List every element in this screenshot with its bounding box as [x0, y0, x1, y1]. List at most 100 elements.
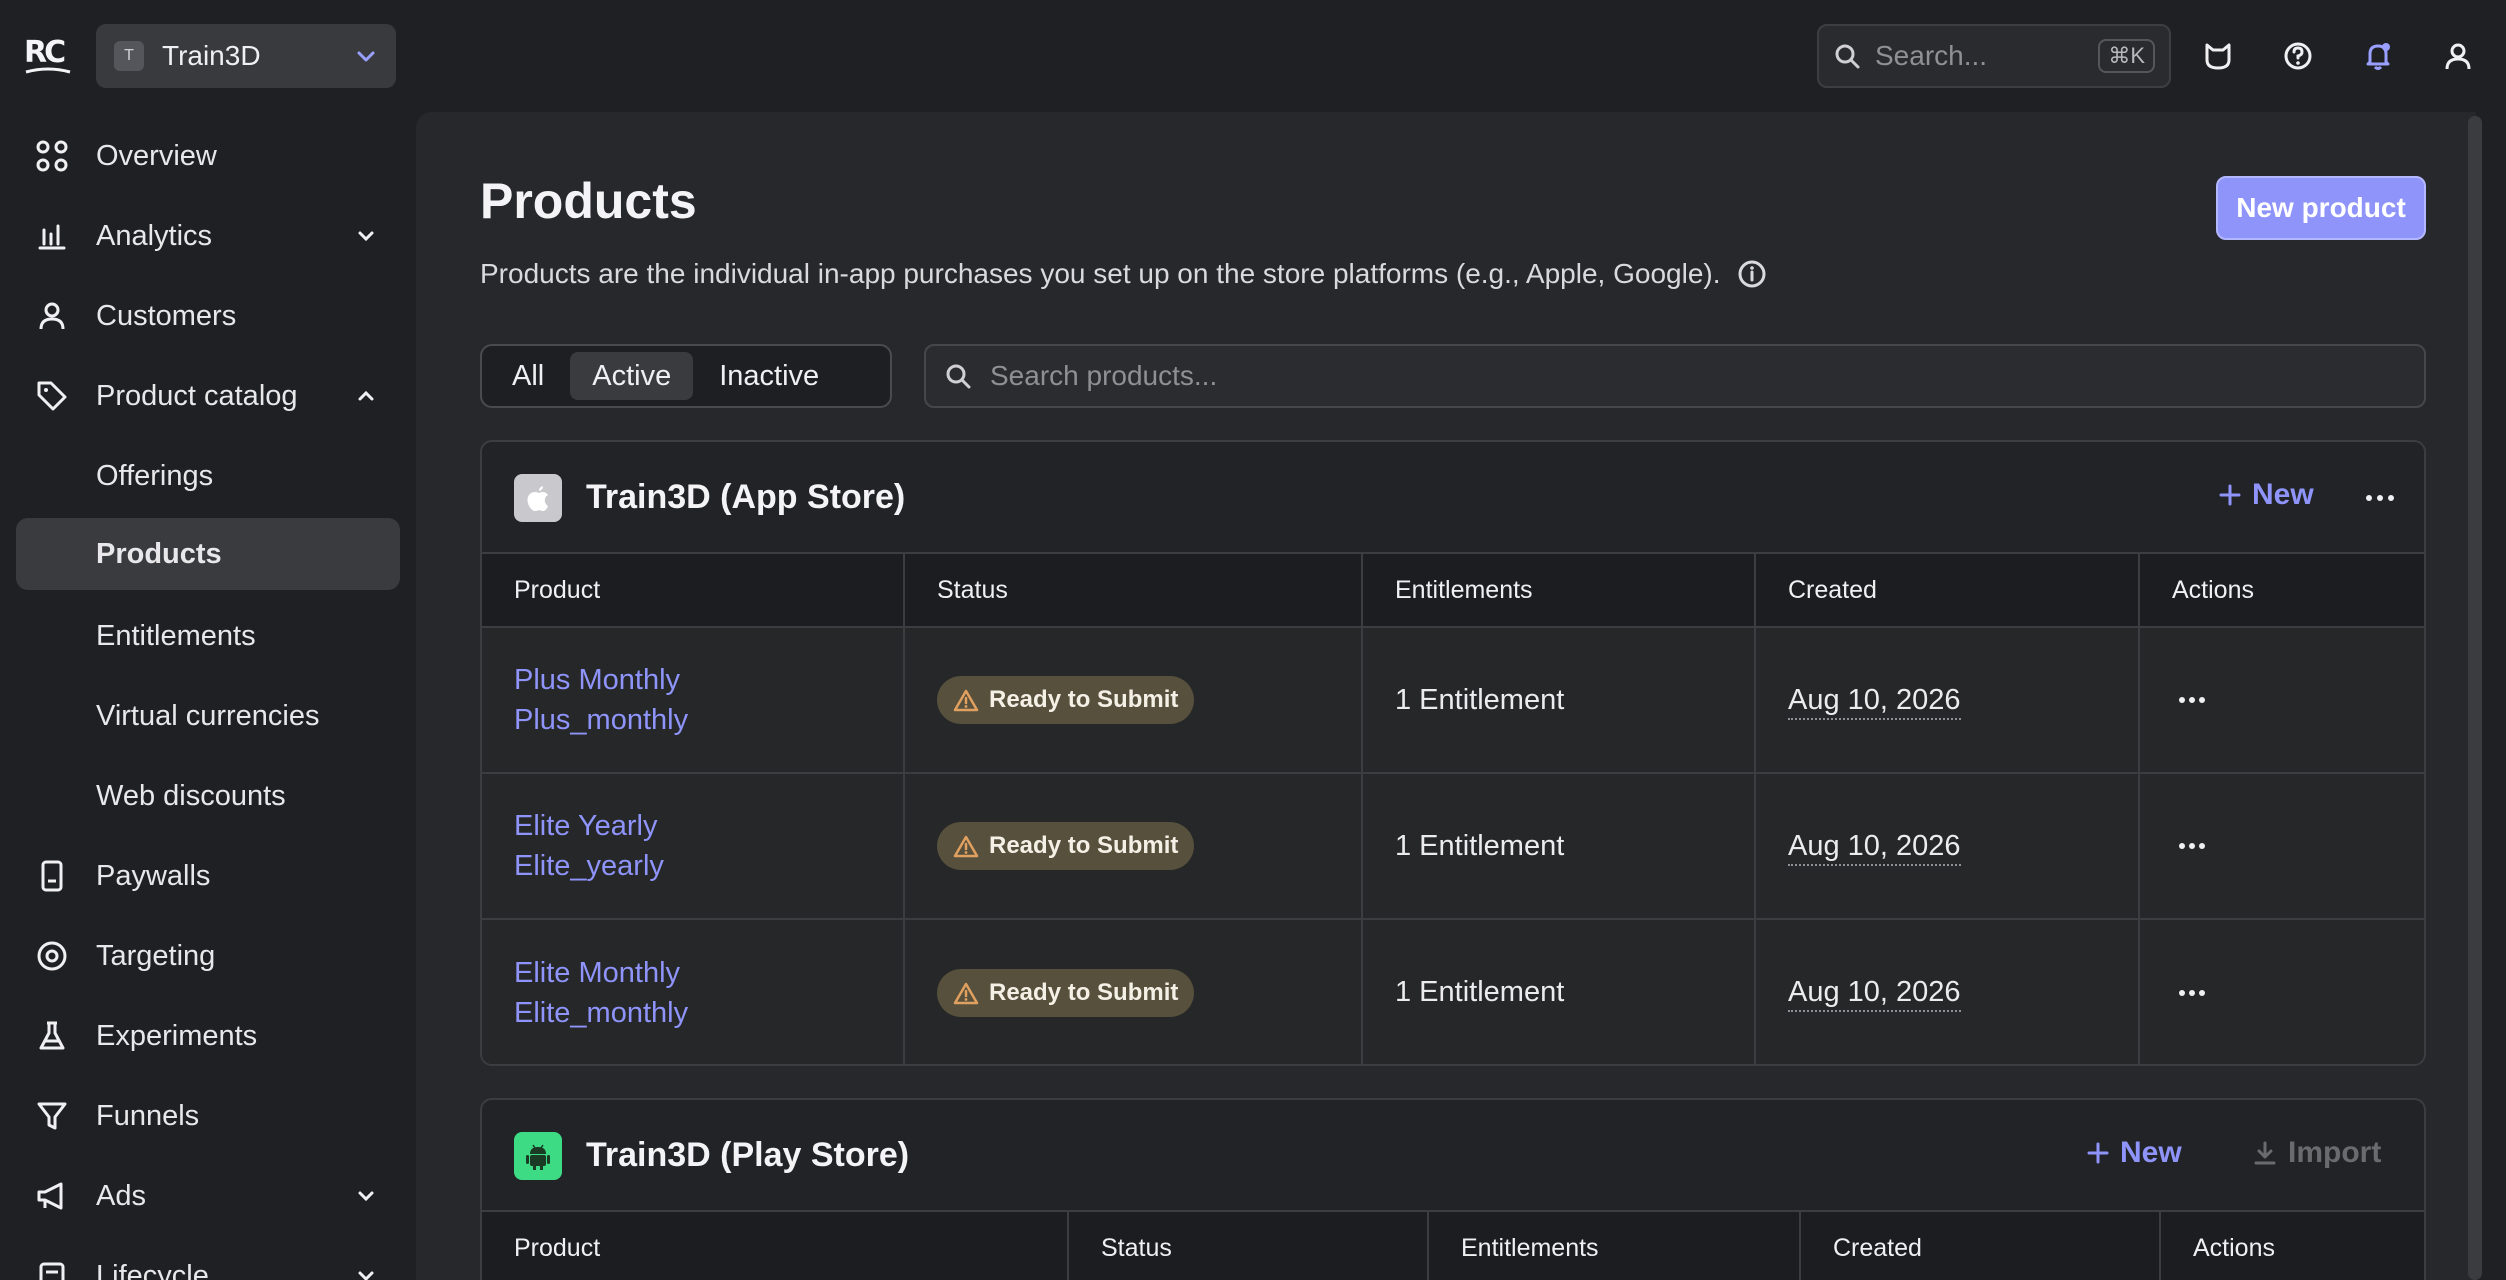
- page-title: Products: [480, 173, 697, 229]
- sidebar-item-products[interactable]: Products: [16, 518, 400, 590]
- sidebar-item-ads[interactable]: Ads: [16, 1160, 400, 1232]
- sidebar-item-customers[interactable]: Customers: [16, 280, 400, 352]
- sidebar-item-label: Virtual currencies: [96, 699, 320, 732]
- status-filter: All Active Inactive: [480, 344, 892, 408]
- card-header: Train3D (Play Store) New Import: [482, 1100, 2424, 1210]
- products-table: Product Status Entitlements Created Acti…: [482, 1210, 2424, 1280]
- sidebar-item-experiments[interactable]: Experiments: [16, 1000, 400, 1072]
- row-actions-icon[interactable]: [2172, 826, 2212, 866]
- sidebar-item-web-discounts[interactable]: Web discounts: [16, 760, 400, 832]
- plus-icon: [2087, 1142, 2109, 1164]
- sidebar-item-paywalls[interactable]: Paywalls: [16, 840, 400, 912]
- new-play-store-product-button[interactable]: New: [2086, 1136, 2182, 1170]
- revenuecat-logo[interactable]: RC: [24, 32, 72, 80]
- cat-icon[interactable]: [2198, 36, 2238, 76]
- product-name-link[interactable]: Elite Monthly: [514, 953, 903, 993]
- sidebar-item-lifecycle[interactable]: Lifecycle: [16, 1240, 400, 1280]
- phone-icon: [34, 858, 70, 894]
- grid-icon: [34, 138, 70, 174]
- target-icon: [34, 938, 70, 974]
- product-id-link[interactable]: Elite_yearly: [514, 846, 903, 886]
- warning-icon: [953, 689, 979, 712]
- sidebar-item-label: Offerings: [96, 459, 214, 492]
- card-title: Train3D (Play Store): [586, 1136, 910, 1174]
- sidebar-item-entitlements[interactable]: Entitlements: [16, 600, 400, 672]
- sidebar-item-label: Web discounts: [96, 779, 286, 812]
- chevron-up-icon: [354, 384, 378, 408]
- sidebar-item-label: Lifecycle: [96, 1259, 209, 1280]
- status-text: Ready to Submit: [989, 978, 1179, 1006]
- scrollbar[interactable]: [2468, 116, 2482, 1280]
- column-header-entitlements[interactable]: Entitlements: [1361, 552, 1755, 627]
- product-search-input[interactable]: Search products...: [924, 344, 2426, 408]
- column-header-created[interactable]: Created: [1799, 1210, 2160, 1280]
- search-icon: [944, 362, 972, 390]
- sidebar-item-analytics[interactable]: Analytics: [16, 200, 400, 272]
- table-row[interactable]: Elite Yearly Elite_yearly Ready to Submi…: [482, 772, 2424, 919]
- table-row[interactable]: Plus Monthly Plus_monthly Ready to Submi…: [482, 626, 2424, 773]
- card-header: Train3D (App Store) New: [482, 442, 2424, 552]
- filter-active[interactable]: Active: [570, 352, 694, 400]
- created-date: Aug 10, 2026: [1788, 976, 1961, 1012]
- sidebar-item-label: Experiments: [96, 1019, 258, 1052]
- sidebar-item-virtual-currencies[interactable]: Virtual currencies: [16, 680, 400, 752]
- new-product-button[interactable]: New product: [2216, 176, 2426, 240]
- megaphone-icon: [34, 1178, 70, 1214]
- column-header-status[interactable]: Status: [903, 552, 1362, 627]
- column-header-actions: Actions: [2159, 1210, 2424, 1280]
- project-avatar: T: [114, 41, 144, 71]
- more-options-icon[interactable]: [2360, 478, 2400, 518]
- import-button[interactable]: Import: [2252, 1136, 2381, 1170]
- chevron-down-icon: [354, 1184, 378, 1208]
- sidebar-item-targeting[interactable]: Targeting: [16, 920, 400, 992]
- column-header-status[interactable]: Status: [1067, 1210, 1428, 1280]
- page-description: Products are the individual in-app purch…: [480, 258, 1767, 290]
- android-icon: [514, 1132, 562, 1180]
- column-header-created[interactable]: Created: [1754, 552, 2139, 627]
- sidebar-item-label: Products: [96, 537, 222, 570]
- project-switcher[interactable]: T Train3D: [96, 24, 396, 88]
- sidebar-item-label: Funnels: [96, 1099, 200, 1132]
- new-label: New: [2252, 478, 2314, 511]
- info-icon[interactable]: [1737, 259, 1767, 289]
- status-badge: Ready to Submit: [937, 822, 1195, 870]
- new-label: New: [2120, 1136, 2182, 1169]
- global-search[interactable]: Search... ⌘K: [1817, 24, 2171, 88]
- apple-icon: [514, 474, 562, 522]
- description-text: Products are the individual in-app purch…: [480, 258, 1721, 289]
- table-row[interactable]: Elite Monthly Elite_monthly Ready to Sub…: [482, 918, 2424, 1064]
- column-header-product[interactable]: Product: [482, 1210, 1068, 1280]
- sidebar-item-offerings[interactable]: Offerings: [16, 440, 400, 512]
- filter-inactive[interactable]: Inactive: [697, 352, 841, 400]
- product-name-link[interactable]: Elite Yearly: [514, 806, 903, 846]
- filter-all[interactable]: All: [490, 352, 566, 400]
- entitlements-count: 1 Entitlement: [1361, 772, 1755, 919]
- status-badge: Ready to Submit: [937, 968, 1195, 1017]
- sidebar-item-label: Targeting: [96, 939, 216, 972]
- column-header-entitlements[interactable]: Entitlements: [1427, 1210, 1800, 1280]
- bell-icon[interactable]: [2358, 36, 2398, 76]
- product-id-link[interactable]: Plus_monthly: [514, 700, 903, 740]
- sidebar-item-overview[interactable]: Overview: [16, 120, 400, 192]
- sidebar-item-label: Overview: [96, 139, 217, 172]
- column-header-product[interactable]: Product: [482, 552, 904, 627]
- sidebar-item-product-catalog[interactable]: Product catalog: [16, 360, 400, 432]
- person-icon: [34, 298, 70, 334]
- sidebar-item-funnels[interactable]: Funnels: [16, 1080, 400, 1152]
- help-icon[interactable]: [2278, 36, 2318, 76]
- row-actions-icon[interactable]: [2172, 973, 2212, 1013]
- flask-icon: [34, 1018, 70, 1054]
- product-id-link[interactable]: Elite_monthly: [514, 993, 903, 1033]
- product-name-link[interactable]: Plus Monthly: [514, 660, 903, 700]
- status-badge: Ready to Submit: [937, 676, 1195, 724]
- row-actions-icon[interactable]: [2172, 680, 2212, 720]
- new-app-store-product-button[interactable]: New: [2218, 478, 2314, 512]
- import-label: Import: [2288, 1136, 2382, 1169]
- chart-icon: [34, 218, 70, 254]
- user-icon[interactable]: [2438, 36, 2478, 76]
- chevron-down-icon: [354, 224, 378, 248]
- entitlements-count: 1 Entitlement: [1361, 626, 1755, 773]
- play-store-card: Train3D (Play Store) New Import Product …: [480, 1098, 2426, 1280]
- table-header-row: Product Status Entitlements Created Acti…: [482, 1210, 2424, 1280]
- sidebar-item-label: Paywalls: [96, 859, 211, 892]
